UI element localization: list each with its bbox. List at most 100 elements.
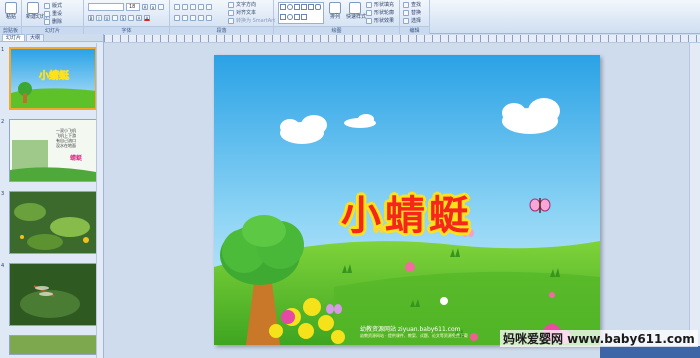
shape-outline-button[interactable]: 形状轮廓 (366, 9, 394, 16)
justify-icon[interactable] (198, 14, 204, 21)
clipboard-group: 粘贴 剪贴板 (0, 0, 22, 34)
reset-button[interactable]: 重设 (44, 10, 62, 17)
watermark: 妈咪爱婴网 www.baby611.com (500, 330, 698, 347)
smartart-button[interactable]: 转换为 SmartArt (228, 17, 275, 24)
slide-number: 1 (1, 47, 5, 53)
underline-icon[interactable]: U (104, 14, 110, 21)
group-label-font: 字体 (84, 26, 169, 34)
slide-vertical-scrollbar[interactable] (689, 43, 700, 346)
list-buttons (174, 3, 212, 10)
arrange-button[interactable]: 排列 (328, 2, 342, 24)
slide-editing-area: 小蜻蜓 幼教资源网站 ziyuan.baby611.com 幼教资源网站 · 提… (104, 43, 700, 358)
thumbnail-image (9, 335, 97, 355)
font-name-box[interactable] (88, 3, 124, 11)
font-group: 18 A a B I U S A A 字体 (84, 0, 170, 34)
arrange-icon (329, 2, 341, 14)
line-spacing-icon[interactable] (206, 3, 212, 10)
shadow-icon[interactable]: S (120, 14, 126, 21)
slide-site-text[interactable]: 幼教资源网站 ziyuan.baby611.com (360, 324, 460, 333)
thumb3-leaves-photo (10, 192, 96, 253)
new-slide-button[interactable]: 新建幻灯片 (26, 2, 51, 24)
char-spacing-icon[interactable] (128, 14, 134, 21)
horizontal-ruler[interactable] (104, 35, 700, 43)
powerpoint-window: 粘贴 剪贴板 新建幻灯片 版式 重设 删除 幻灯片 18 A a B I U S… (0, 0, 700, 358)
group-label-clipboard: 剪贴板 (0, 26, 21, 34)
find-icon (403, 1, 409, 8)
slide-title[interactable]: 小蜻蜓 (214, 183, 600, 241)
slide-thumbnail-2[interactable]: 2 一双小飞机 飞机上下游 有自己流口 没水在地面 蜻蜓 (0, 118, 100, 184)
decrease-indent-icon[interactable] (190, 3, 196, 10)
thumb2-word: 蜻蜓 (70, 154, 83, 162)
shapes-gallery[interactable] (278, 2, 324, 24)
drawing-group: 排列 快速样式 形状填充 形状轮廓 形状效果 绘图 (274, 0, 400, 34)
new-slide-icon (27, 2, 39, 14)
clear-format-icon[interactable] (158, 3, 164, 10)
align-text-icon (228, 9, 234, 16)
delete-icon (44, 18, 50, 25)
slide-thumbnail-1[interactable]: 1 小蜻蜓 (0, 46, 100, 112)
curve-shape-icon[interactable] (301, 13, 307, 20)
strikethrough-icon[interactable] (112, 14, 118, 21)
slide-footer-text[interactable]: 幼教资源网站 · 提供课件、教案、试题、论文等资源免费下载 (360, 333, 468, 339)
text-direction-button[interactable]: 文字方向 (228, 1, 256, 8)
layout-button[interactable]: 版式 (44, 2, 62, 9)
align-right-icon[interactable] (190, 14, 196, 21)
columns-icon[interactable] (206, 14, 212, 21)
replace-icon (403, 9, 409, 16)
group-label-paragraph: 段落 (170, 26, 273, 34)
paste-icon (5, 2, 17, 14)
font-color-icon[interactable]: A (144, 14, 150, 21)
align-text-button[interactable]: 对齐文本 (228, 9, 256, 16)
bold-icon[interactable]: B (88, 14, 94, 21)
arrow-shape-icon[interactable] (308, 4, 314, 10)
shape-effects-button[interactable]: 形状效果 (366, 17, 394, 24)
slide-thumbnail-4[interactable]: 4 (0, 262, 100, 328)
rounded-rect-shape-icon[interactable] (315, 4, 321, 10)
increase-indent-icon[interactable] (198, 3, 204, 10)
align-center-icon[interactable] (182, 14, 188, 21)
shrink-font-icon[interactable]: a (150, 3, 156, 10)
outline-pen-icon (366, 9, 372, 16)
tab-slides[interactable]: 幻灯片 (2, 34, 26, 41)
select-button[interactable]: 选择 (403, 17, 421, 24)
thumb4-dragonfly-photo (10, 264, 96, 325)
slide-canvas[interactable]: 小蜻蜓 幼教资源网站 ziyuan.baby611.com 幼教资源网站 · 提… (214, 55, 600, 345)
editing-group: 查找 替换 选择 编辑 (400, 0, 430, 34)
paste-button[interactable]: 粘贴 (4, 2, 18, 24)
oval-shape-icon[interactable] (287, 4, 293, 10)
text-direction-icon (228, 1, 234, 8)
circle-shape-icon[interactable] (287, 13, 293, 20)
thumb2-line: 没水在地面 (56, 142, 76, 148)
ribbon: 粘贴 剪贴板 新建幻灯片 版式 重设 删除 幻灯片 18 A a B I U S… (0, 0, 700, 34)
status-bar (600, 346, 700, 358)
thumbnail-image (9, 263, 97, 326)
thumbnail-image: 一双小飞机 飞机上下游 有自己流口 没水在地面 蜻蜓 (9, 119, 97, 182)
numbering-icon[interactable] (182, 3, 188, 10)
slides-pane-scrollbar[interactable] (96, 43, 103, 358)
group-label-drawing: 绘图 (274, 26, 399, 34)
align-left-icon[interactable] (174, 14, 180, 21)
pane-tabs: 幻灯片 大纲 (0, 34, 103, 42)
replace-button[interactable]: 替换 (403, 9, 421, 16)
change-case-icon[interactable]: A (136, 14, 142, 21)
rectangle-shape-icon[interactable] (280, 4, 286, 10)
slide-thumbnail-5[interactable] (0, 334, 100, 355)
star-shape-icon[interactable] (280, 13, 286, 20)
grow-font-icon[interactable]: A (142, 3, 148, 10)
find-button[interactable]: 查找 (403, 1, 421, 8)
quick-styles-button[interactable]: 快速样式 (346, 2, 366, 24)
shape-fill-button[interactable]: 形状填充 (366, 1, 394, 8)
thumb2-art: 一双小飞机 飞机上下游 有自己流口 没水在地面 蜻蜓 (10, 120, 96, 181)
bullets-icon[interactable] (174, 3, 180, 10)
line-shape-icon[interactable] (301, 4, 307, 10)
align-buttons (174, 14, 212, 21)
font-size-box[interactable]: 18 (126, 3, 140, 11)
italic-icon[interactable]: I (96, 14, 102, 21)
reset-icon (44, 10, 50, 17)
slide-thumbnail-3[interactable]: 3 (0, 190, 100, 256)
slides-pane: 幻灯片 大纲 1 小蜻蜓 2 一双小飞机 飞机上下游 有自己流口 没水在地面 蜻… (0, 34, 104, 358)
triangle-shape-icon[interactable] (294, 4, 300, 10)
delete-button[interactable]: 删除 (44, 18, 62, 25)
tab-outline[interactable]: 大纲 (26, 34, 45, 41)
brace-shape-icon[interactable] (294, 13, 300, 20)
